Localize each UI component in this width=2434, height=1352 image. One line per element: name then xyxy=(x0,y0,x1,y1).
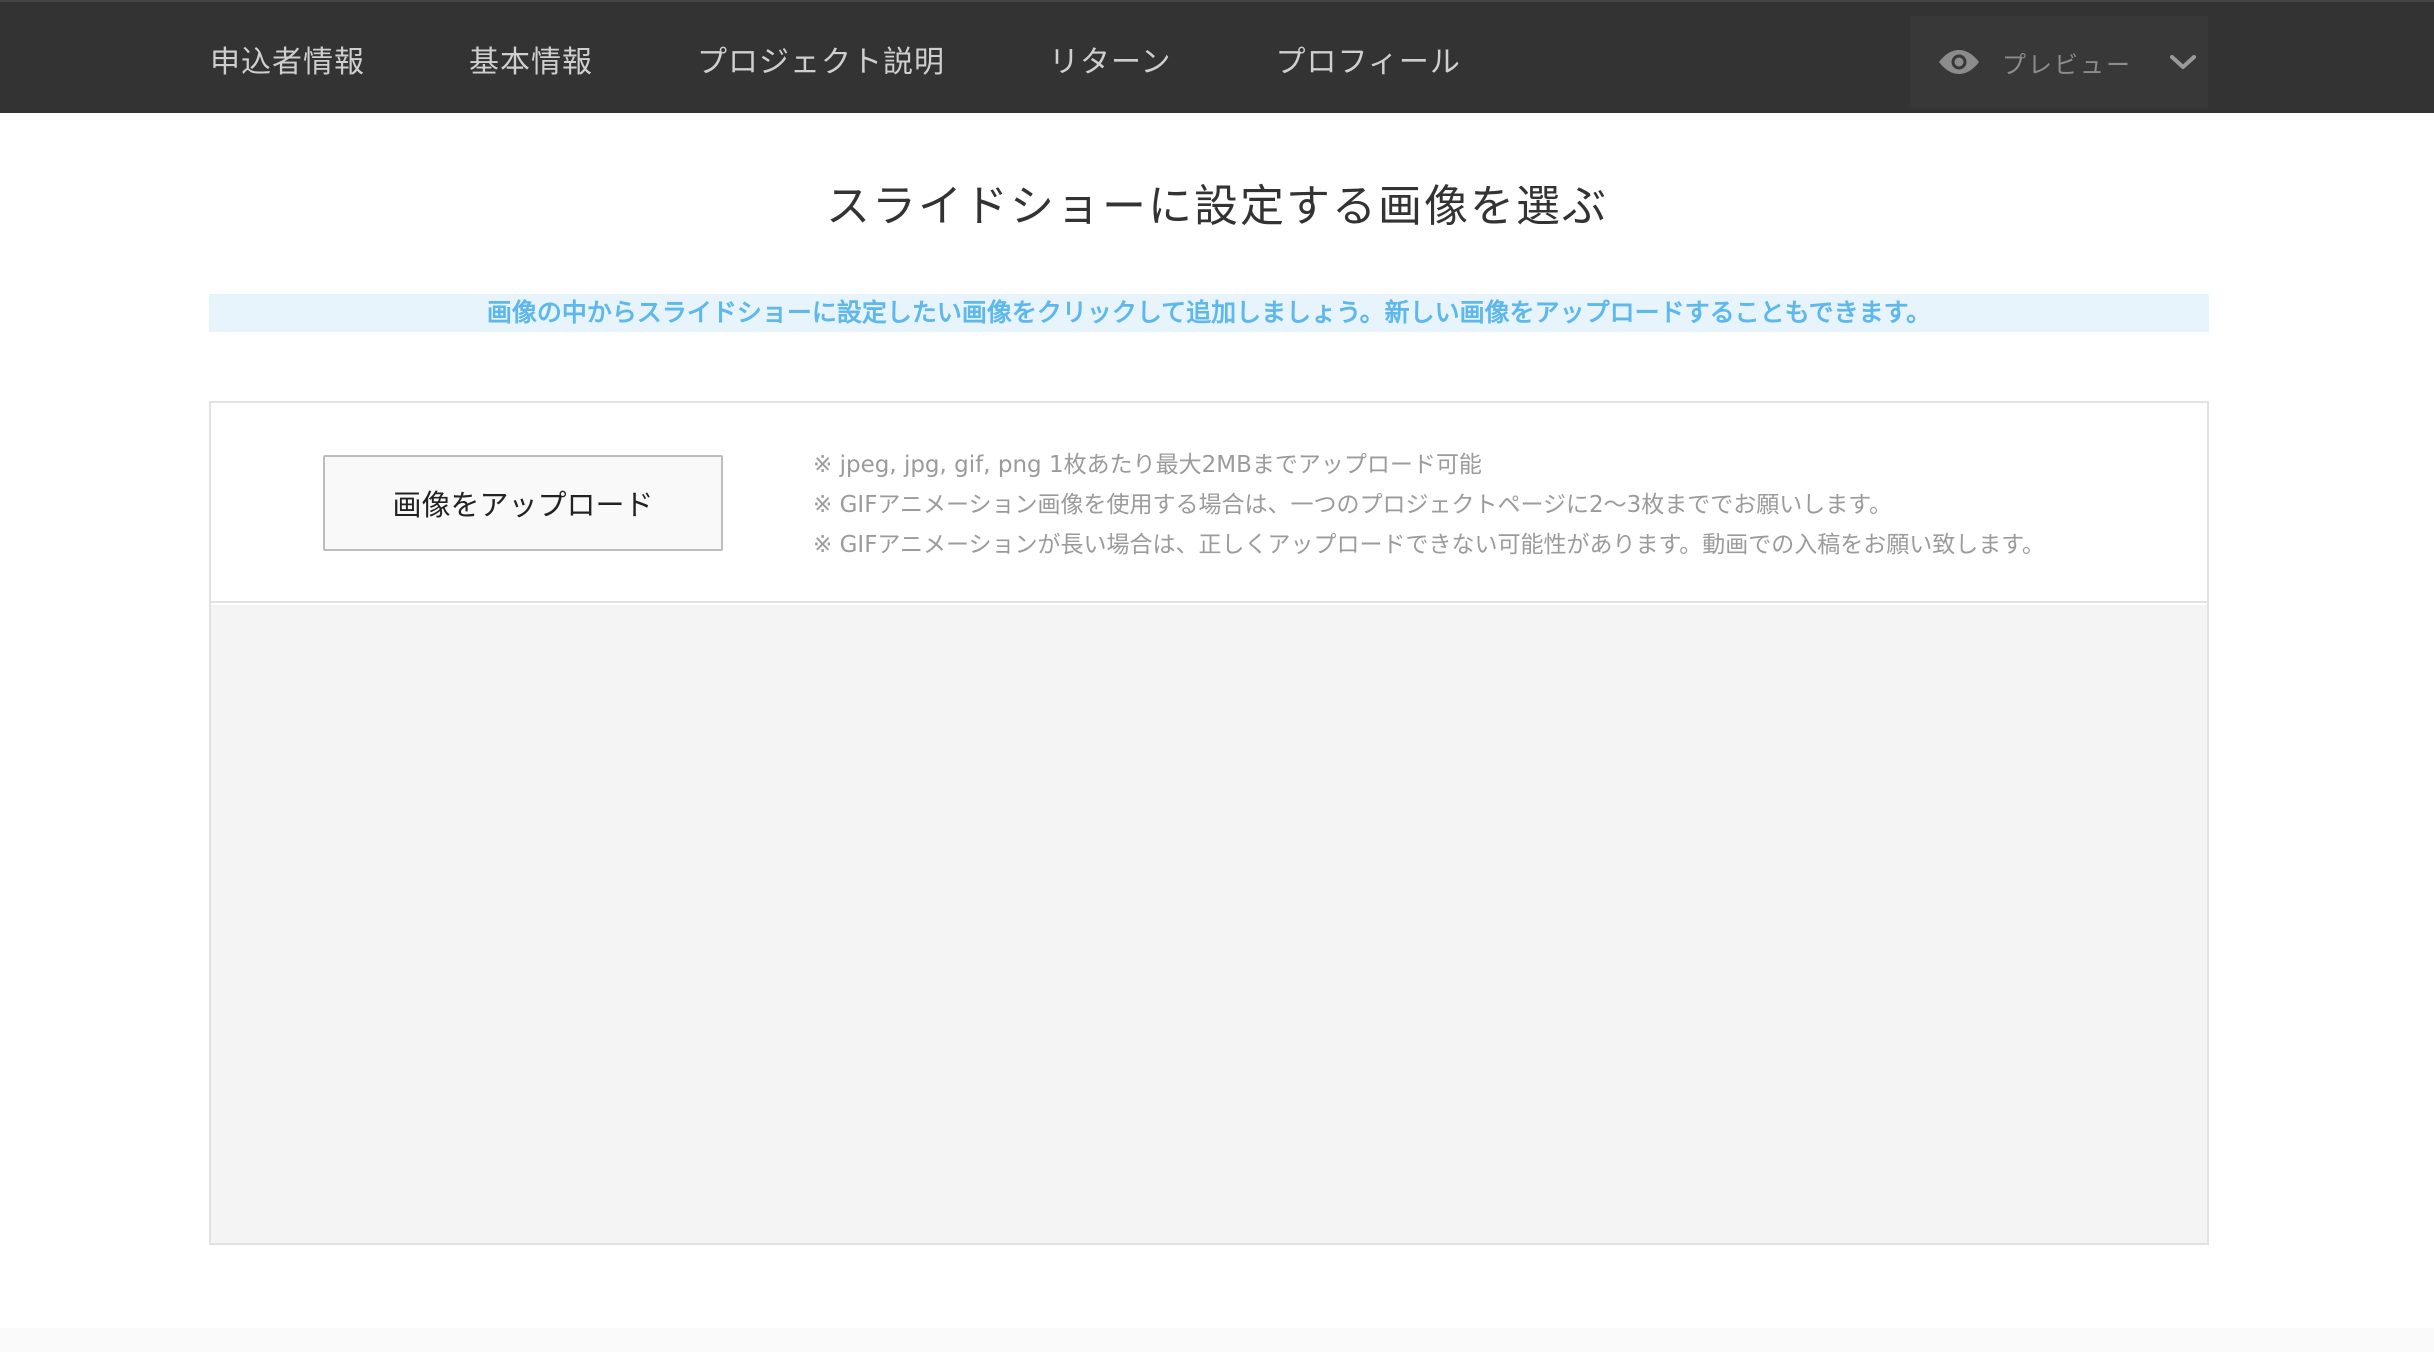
tab-applicant-info[interactable]: 申込者情報 xyxy=(210,37,365,81)
tab-profile[interactable]: プロフィール xyxy=(1276,37,1461,81)
page-footer-strip xyxy=(0,1328,2434,1352)
image-gallery-area[interactable] xyxy=(211,605,2207,1243)
preview-label: プレビュー xyxy=(2002,50,2132,79)
note-line: ※ GIFアニメーションが長い場合は、正しくアップロードできない可能性があります… xyxy=(813,532,2045,558)
page-title: スライドショーに設定する画像を選ぶ xyxy=(826,181,1608,232)
tab-basic-info[interactable]: 基本情報 xyxy=(469,37,593,81)
tab-project-description[interactable]: プロジェクト説明 xyxy=(697,37,945,81)
preview-dropdown[interactable]: プレビュー xyxy=(1910,16,2208,108)
note-line: ※ GIFアニメーション画像を使用する場合は、一つのプロジェクトページに2〜3枚… xyxy=(813,492,1893,518)
info-banner: 画像の中からスライドショーに設定したい画像をクリックして追加しましょう。新しい画… xyxy=(209,294,2209,332)
upload-notes: ※ jpeg, jpg, gif, png 1枚あたり最大2MBまでアップロード… xyxy=(813,445,2045,565)
upload-image-button[interactable]: 画像をアップロード xyxy=(323,455,723,551)
upload-section: 画像をアップロード ※ jpeg, jpg, gif, png 1枚あたり最大2… xyxy=(211,403,2207,603)
image-selection-panel: 画像をアップロード ※ jpeg, jpg, gif, png 1枚あたり最大2… xyxy=(209,401,2209,1245)
chevron-down-icon xyxy=(2170,55,2196,69)
tab-rewards[interactable]: リターン xyxy=(1049,37,1172,81)
note-line: ※ jpeg, jpg, gif, png 1枚あたり最大2MBまでアップロード… xyxy=(813,452,1482,478)
top-navigation-bar: 申込者情報 基本情報 プロジェクト説明 リターン プロフィール プレビュー xyxy=(0,0,2434,113)
nav-tabs: 申込者情報 基本情報 プロジェクト説明 リターン プロフィール xyxy=(210,2,1461,115)
eye-icon xyxy=(1939,50,1979,74)
